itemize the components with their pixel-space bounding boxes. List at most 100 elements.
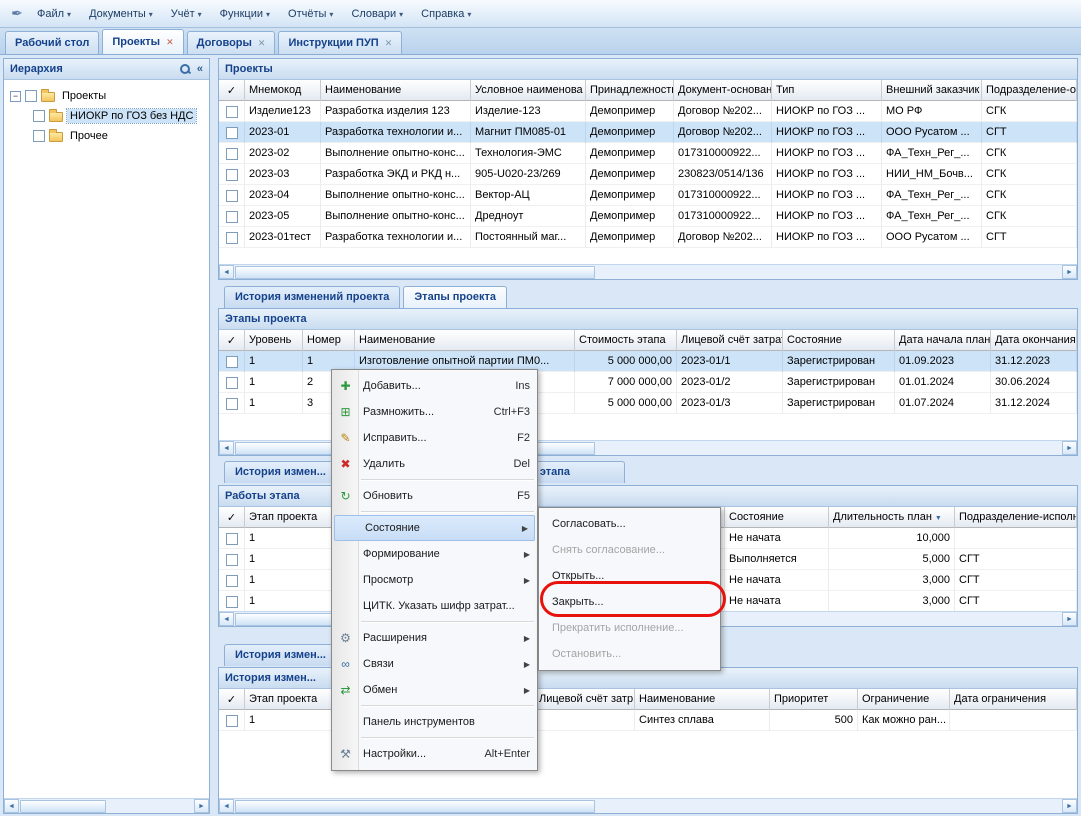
tree-item-projects[interactable]: − Проекты xyxy=(7,86,206,106)
column-header[interactable]: Этап проекта xyxy=(245,689,335,710)
menu-file[interactable]: Файл▾ xyxy=(28,3,80,25)
column-header[interactable]: Дата окончания п xyxy=(991,330,1077,351)
row-checkbox[interactable] xyxy=(226,377,238,389)
check-column-header[interactable]: ✓ xyxy=(219,689,245,710)
horizontal-scrollbar[interactable]: ◄ ► xyxy=(219,798,1077,813)
find-icon[interactable] xyxy=(179,63,191,75)
submenu-item-approve[interactable]: Согласовать... xyxy=(539,511,720,537)
column-header[interactable]: Внешний заказчик xyxy=(882,80,982,101)
menu-item-add[interactable]: ✚Добавить...Ins xyxy=(332,373,537,399)
column-header[interactable]: Подразделение-от xyxy=(982,80,1077,101)
horizontal-scrollbar[interactable]: ◄ ► xyxy=(219,264,1077,279)
menu-reports[interactable]: Отчёты▾ xyxy=(279,3,342,25)
column-header[interactable]: Принадлежность xyxy=(586,80,674,101)
submenu-item-open[interactable]: Открыть... xyxy=(539,563,720,589)
row-checkbox[interactable] xyxy=(226,356,238,368)
table-row[interactable]: 2023-01тестРазработка технологии и...Пос… xyxy=(219,227,1077,248)
tree-checkbox[interactable] xyxy=(25,90,37,102)
menu-item-exchange[interactable]: ⇄Обмен▶ xyxy=(332,677,537,703)
column-header[interactable]: Условное наименова xyxy=(471,80,586,101)
menu-item-delete[interactable]: ✖УдалитьDel xyxy=(332,451,537,477)
close-icon[interactable]: ✕ xyxy=(258,38,266,49)
menu-item-settings[interactable]: ⚒Настройки...Alt+Enter xyxy=(332,741,537,767)
column-header[interactable]: Дата ограничения xyxy=(950,689,1077,710)
tree-checkbox[interactable] xyxy=(33,110,45,122)
column-header[interactable]: Лицевой счёт затр xyxy=(535,689,635,710)
row-checkbox[interactable] xyxy=(226,169,238,181)
menu-functions[interactable]: Функции▾ xyxy=(211,3,279,25)
tab-projects[interactable]: Проекты✕ xyxy=(102,29,183,54)
menu-item-toolbar[interactable]: Панель инструментов xyxy=(332,709,537,735)
scroll-right-button[interactable]: ► xyxy=(1062,612,1077,626)
menu-item-formation[interactable]: Формирование▶ xyxy=(332,541,537,567)
tab-instructions[interactable]: Инструкции ПУП✕ xyxy=(278,31,402,54)
scroll-left-button[interactable]: ◄ xyxy=(4,799,19,813)
tab-project-stages[interactable]: Этапы проекта xyxy=(403,286,507,308)
column-header[interactable]: Длительность план▼ xyxy=(829,507,955,528)
row-checkbox[interactable] xyxy=(226,715,238,727)
scroll-left-button[interactable]: ◄ xyxy=(219,441,234,455)
column-header[interactable]: Подразделение-исполн xyxy=(955,507,1077,528)
column-header[interactable]: Этап проекта xyxy=(245,507,333,528)
tab-contracts[interactable]: Договоры✕ xyxy=(187,31,276,54)
column-header[interactable]: Номер xyxy=(303,330,355,351)
row-checkbox[interactable] xyxy=(226,190,238,202)
column-header[interactable]: Состояние xyxy=(725,507,829,528)
menu-help[interactable]: Справка▾ xyxy=(412,3,480,25)
row-checkbox[interactable] xyxy=(226,575,238,587)
column-header[interactable]: Тип xyxy=(772,80,882,101)
menu-item-citk-cost-code[interactable]: ЦИТК. Указать шифр затрат... xyxy=(332,593,537,619)
collapse-sidebar-button[interactable]: « xyxy=(197,59,203,79)
check-column-header[interactable]: ✓ xyxy=(219,507,245,528)
column-header[interactable]: Уровень xyxy=(245,330,303,351)
tab-desktop[interactable]: Рабочий стол xyxy=(5,31,99,54)
tree-checkbox[interactable] xyxy=(33,130,45,142)
column-header[interactable]: Дата начала план xyxy=(895,330,991,351)
scroll-thumb[interactable] xyxy=(235,266,595,279)
scroll-right-button[interactable]: ► xyxy=(194,799,209,813)
table-row[interactable]: 2023-03Разработка ЭКД и РКД н...905-U020… xyxy=(219,164,1077,185)
row-checkbox[interactable] xyxy=(226,211,238,223)
column-header[interactable]: Ограничение xyxy=(858,689,950,710)
column-header[interactable]: Приоритет xyxy=(770,689,858,710)
table-row[interactable]: Изделие123Разработка изделия 123Изделие-… xyxy=(219,101,1077,122)
column-header[interactable]: Наименование xyxy=(355,330,575,351)
tree-item-other[interactable]: Прочее xyxy=(7,126,206,146)
scroll-right-button[interactable]: ► xyxy=(1062,265,1077,279)
check-column-header[interactable]: ✓ xyxy=(219,80,245,101)
row-checkbox[interactable] xyxy=(226,232,238,244)
menu-accounting[interactable]: Учёт▾ xyxy=(162,3,211,25)
tree-item-niokr[interactable]: НИОКР по ГОЗ без НДС xyxy=(7,106,206,126)
row-checkbox[interactable] xyxy=(226,106,238,118)
table-row[interactable]: 2023-02Выполнение опытно-конс...Технолог… xyxy=(219,143,1077,164)
tab-project-history[interactable]: История изменений проекта xyxy=(224,286,400,308)
row-checkbox[interactable] xyxy=(226,533,238,545)
row-checkbox[interactable] xyxy=(226,148,238,160)
scroll-left-button[interactable]: ◄ xyxy=(219,799,234,813)
row-checkbox[interactable] xyxy=(226,596,238,608)
table-row-selected[interactable]: 2023-01Разработка технологии и...Магнит … xyxy=(219,122,1077,143)
menu-item-view[interactable]: Просмотр▶ xyxy=(332,567,537,593)
scroll-left-button[interactable]: ◄ xyxy=(219,265,234,279)
scroll-right-button[interactable]: ► xyxy=(1062,799,1077,813)
scroll-right-button[interactable]: ► xyxy=(1062,441,1077,455)
menu-item-state[interactable]: Состояние▶ xyxy=(334,515,535,541)
scroll-left-button[interactable]: ◄ xyxy=(219,612,234,626)
column-header[interactable]: Мнемокод xyxy=(245,80,321,101)
column-header[interactable]: Наименование xyxy=(635,689,770,710)
menu-item-edit[interactable]: ✎Исправить...F2 xyxy=(332,425,537,451)
column-header[interactable]: Документ-основан xyxy=(674,80,772,101)
check-column-header[interactable]: ✓ xyxy=(219,330,245,351)
scroll-thumb[interactable] xyxy=(20,800,106,813)
table-row[interactable]: 2023-04Выполнение опытно-конс...Вектор-А… xyxy=(219,185,1077,206)
row-checkbox[interactable] xyxy=(226,398,238,410)
tab-work-history[interactable]: История измен... xyxy=(224,644,336,666)
column-header[interactable]: Лицевой счёт затрат xyxy=(677,330,783,351)
menu-documents[interactable]: Документы▾ xyxy=(80,3,162,25)
menu-dictionaries[interactable]: Словари▾ xyxy=(342,3,412,25)
column-header[interactable]: Состояние xyxy=(783,330,895,351)
submenu-item-close[interactable]: Закрыть... xyxy=(539,589,720,615)
column-header[interactable]: Стоимость этапа xyxy=(575,330,677,351)
sidebar-horizontal-scrollbar[interactable]: ◄ ► xyxy=(4,798,209,813)
row-checkbox[interactable] xyxy=(226,127,238,139)
